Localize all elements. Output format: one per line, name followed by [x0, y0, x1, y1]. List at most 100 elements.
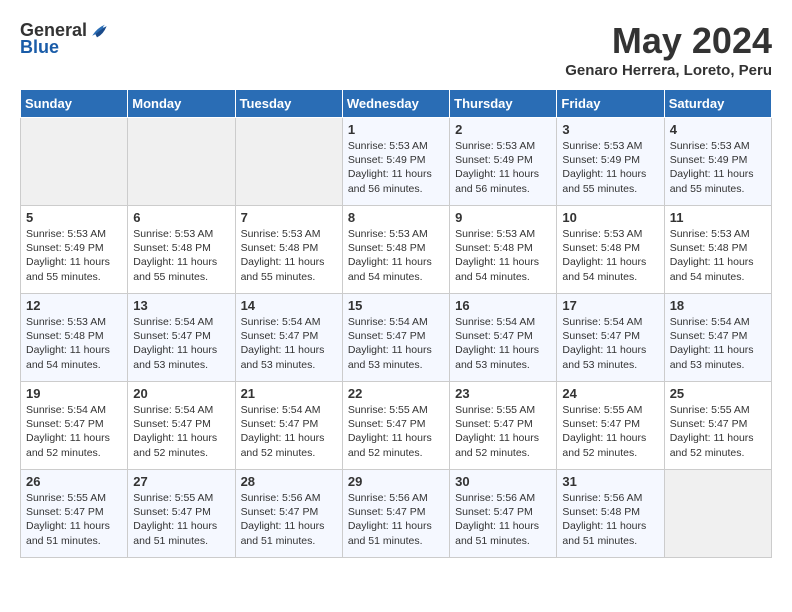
calendar-cell: 15 Sunrise: 5:54 AMSunset: 5:47 PMDayligh… — [342, 294, 449, 382]
calendar-cell: 3Sunrise: 5:53 AMSunset: 5:49 PMDaylight… — [557, 118, 664, 206]
day-number: 7 — [241, 210, 338, 225]
day-number: 1 — [348, 122, 445, 137]
month-year-title: May 2024 — [565, 20, 772, 62]
calendar-cell: 19 Sunrise: 5:54 AMSunset: 5:47 PMDayligh… — [21, 382, 128, 470]
day-info: Sunrise: 5:54 AMSunset: 5:47 PMDaylight:… — [348, 315, 445, 372]
day-number: 22 — [348, 386, 445, 401]
day-info: Sunrise: 5:54 AMSunset: 5:47 PMDaylight:… — [133, 315, 230, 372]
weekday-header-monday: Monday — [128, 90, 235, 118]
calendar-cell — [128, 118, 235, 206]
calendar-cell: 4 Sunrise: 5:53 AMSunset: 5:49 PMDaylight… — [664, 118, 771, 206]
calendar-cell: 17 Sunrise: 5:54 AMSunset: 5:47 PMDayligh… — [557, 294, 664, 382]
day-number: 4 — [670, 122, 767, 137]
weekday-header-wednesday: Wednesday — [342, 90, 449, 118]
day-number: 28 — [241, 474, 338, 489]
day-number: 8 — [348, 210, 445, 225]
calendar-cell: 5 Sunrise: 5:53 AMSunset: 5:49 PMDaylight… — [21, 206, 128, 294]
day-number: 3 — [562, 122, 659, 137]
day-number: 19 — [26, 386, 123, 401]
day-info: Sunrise: 5:53 AMSunset: 5:48 PMDaylight:… — [133, 227, 230, 284]
day-number: 29 — [348, 474, 445, 489]
day-info: Sunrise: 5:55 AMSunset: 5:47 PMDaylight:… — [562, 403, 659, 460]
day-info: Sunrise: 5:53 AMSunset: 5:49 PMDaylight:… — [455, 139, 552, 196]
day-number: 13 — [133, 298, 230, 313]
calendar-cell: 22 Sunrise: 5:55 AMSunset: 5:47 PMDayligh… — [342, 382, 449, 470]
day-info: Sunrise: 5:54 AMSunset: 5:47 PMDaylight:… — [455, 315, 552, 372]
day-info: Sunrise: 5:56 AMSunset: 5:47 PMDaylight:… — [241, 491, 338, 548]
day-number: 5 — [26, 210, 123, 225]
day-number: 2 — [455, 122, 552, 137]
calendar-cell: 9Sunrise: 5:53 AMSunset: 5:48 PMDaylight… — [450, 206, 557, 294]
day-info: Sunrise: 5:56 AMSunset: 5:48 PMDaylight:… — [562, 491, 659, 548]
calendar-cell: 30 Sunrise: 5:56 AMSunset: 5:47 PMDayligh… — [450, 470, 557, 558]
calendar-cell: 10 Sunrise: 5:53 AMSunset: 5:48 PMDayligh… — [557, 206, 664, 294]
calendar-week-row: 19 Sunrise: 5:54 AMSunset: 5:47 PMDayligh… — [21, 382, 772, 470]
day-number: 6 — [133, 210, 230, 225]
weekday-header-tuesday: Tuesday — [235, 90, 342, 118]
title-area: May 2024 Genaro Herrera, Loreto, Peru — [565, 20, 772, 79]
day-info: Sunrise: 5:56 AMSunset: 5:47 PMDaylight:… — [455, 491, 552, 548]
day-number: 10 — [562, 210, 659, 225]
day-info: Sunrise: 5:53 AMSunset: 5:48 PMDaylight:… — [241, 227, 338, 284]
day-info: Sunrise: 5:55 AMSunset: 5:47 PMDaylight:… — [348, 403, 445, 460]
day-info: Sunrise: 5:53 AMSunset: 5:48 PMDaylight:… — [348, 227, 445, 284]
day-number: 15 — [348, 298, 445, 313]
logo: General Blue — [20, 20, 113, 58]
calendar-cell — [664, 470, 771, 558]
calendar-cell: 2 Sunrise: 5:53 AMSunset: 5:49 PMDaylight… — [450, 118, 557, 206]
weekday-header-friday: Friday — [557, 90, 664, 118]
calendar-cell: 31 Sunrise: 5:56 AMSunset: 5:48 PMDayligh… — [557, 470, 664, 558]
day-number: 27 — [133, 474, 230, 489]
calendar-cell — [21, 118, 128, 206]
calendar-cell: 16 Sunrise: 5:54 AMSunset: 5:47 PMDayligh… — [450, 294, 557, 382]
day-info: Sunrise: 5:55 AMSunset: 5:47 PMDaylight:… — [26, 491, 123, 548]
weekday-header-thursday: Thursday — [450, 90, 557, 118]
logo-bird-icon — [89, 21, 113, 41]
day-info: Sunrise: 5:54 AMSunset: 5:47 PMDaylight:… — [26, 403, 123, 460]
calendar-cell: 29 Sunrise: 5:56 AMSunset: 5:47 PMDayligh… — [342, 470, 449, 558]
day-info: Sunrise: 5:54 AMSunset: 5:47 PMDaylight:… — [562, 315, 659, 372]
day-number: 18 — [670, 298, 767, 313]
calendar-cell: 21Sunrise: 5:54 AMSunset: 5:47 PMDayligh… — [235, 382, 342, 470]
calendar-cell: 13 Sunrise: 5:54 AMSunset: 5:47 PMDayligh… — [128, 294, 235, 382]
day-info: Sunrise: 5:55 AMSunset: 5:47 PMDaylight:… — [455, 403, 552, 460]
header: General Blue May 2024 Genaro Herrera, Lo… — [20, 20, 772, 79]
day-number: 16 — [455, 298, 552, 313]
calendar-cell: 11Sunrise: 5:53 AMSunset: 5:48 PMDayligh… — [664, 206, 771, 294]
day-number: 30 — [455, 474, 552, 489]
day-number: 14 — [241, 298, 338, 313]
weekday-header-saturday: Saturday — [664, 90, 771, 118]
calendar-week-row: 26 Sunrise: 5:55 AMSunset: 5:47 PMDayligh… — [21, 470, 772, 558]
calendar-cell — [235, 118, 342, 206]
calendar-cell: 27 Sunrise: 5:55 AMSunset: 5:47 PMDayligh… — [128, 470, 235, 558]
day-info: Sunrise: 5:55 AMSunset: 5:47 PMDaylight:… — [133, 491, 230, 548]
location-subtitle: Genaro Herrera, Loreto, Peru — [565, 62, 772, 79]
calendar-week-row: 1 Sunrise: 5:53 AMSunset: 5:49 PMDaylight… — [21, 118, 772, 206]
day-number: 31 — [562, 474, 659, 489]
calendar-cell: 18 Sunrise: 5:54 AMSunset: 5:47 PMDayligh… — [664, 294, 771, 382]
day-number: 26 — [26, 474, 123, 489]
day-info: Sunrise: 5:53 AMSunset: 5:49 PMDaylight:… — [348, 139, 445, 196]
day-info: Sunrise: 5:56 AMSunset: 5:47 PMDaylight:… — [348, 491, 445, 548]
calendar-cell: 24Sunrise: 5:55 AMSunset: 5:47 PMDayligh… — [557, 382, 664, 470]
calendar-cell: 23Sunrise: 5:55 AMSunset: 5:47 PMDayligh… — [450, 382, 557, 470]
day-info: Sunrise: 5:53 AMSunset: 5:49 PMDaylight:… — [670, 139, 767, 196]
day-number: 9 — [455, 210, 552, 225]
day-info: Sunrise: 5:53 AMSunset: 5:49 PMDaylight:… — [26, 227, 123, 284]
calendar-cell: 8 Sunrise: 5:53 AMSunset: 5:48 PMDaylight… — [342, 206, 449, 294]
day-info: Sunrise: 5:55 AMSunset: 5:47 PMDaylight:… — [670, 403, 767, 460]
day-info: Sunrise: 5:54 AMSunset: 5:47 PMDaylight:… — [241, 403, 338, 460]
day-info: Sunrise: 5:53 AMSunset: 5:48 PMDaylight:… — [562, 227, 659, 284]
weekday-header-sunday: Sunday — [21, 90, 128, 118]
day-info: Sunrise: 5:54 AMSunset: 5:47 PMDaylight:… — [670, 315, 767, 372]
day-number: 20 — [133, 386, 230, 401]
calendar-cell: 6 Sunrise: 5:53 AMSunset: 5:48 PMDaylight… — [128, 206, 235, 294]
day-info: Sunrise: 5:53 AMSunset: 5:48 PMDaylight:… — [670, 227, 767, 284]
calendar-cell: 25Sunrise: 5:55 AMSunset: 5:47 PMDayligh… — [664, 382, 771, 470]
day-number: 12 — [26, 298, 123, 313]
day-info: Sunrise: 5:54 AMSunset: 5:47 PMDaylight:… — [241, 315, 338, 372]
weekday-header-row: SundayMondayTuesdayWednesdayThursdayFrid… — [21, 90, 772, 118]
day-number: 17 — [562, 298, 659, 313]
calendar-cell: 14 Sunrise: 5:54 AMSunset: 5:47 PMDayligh… — [235, 294, 342, 382]
calendar-week-row: 12Sunrise: 5:53 AMSunset: 5:48 PMDayligh… — [21, 294, 772, 382]
